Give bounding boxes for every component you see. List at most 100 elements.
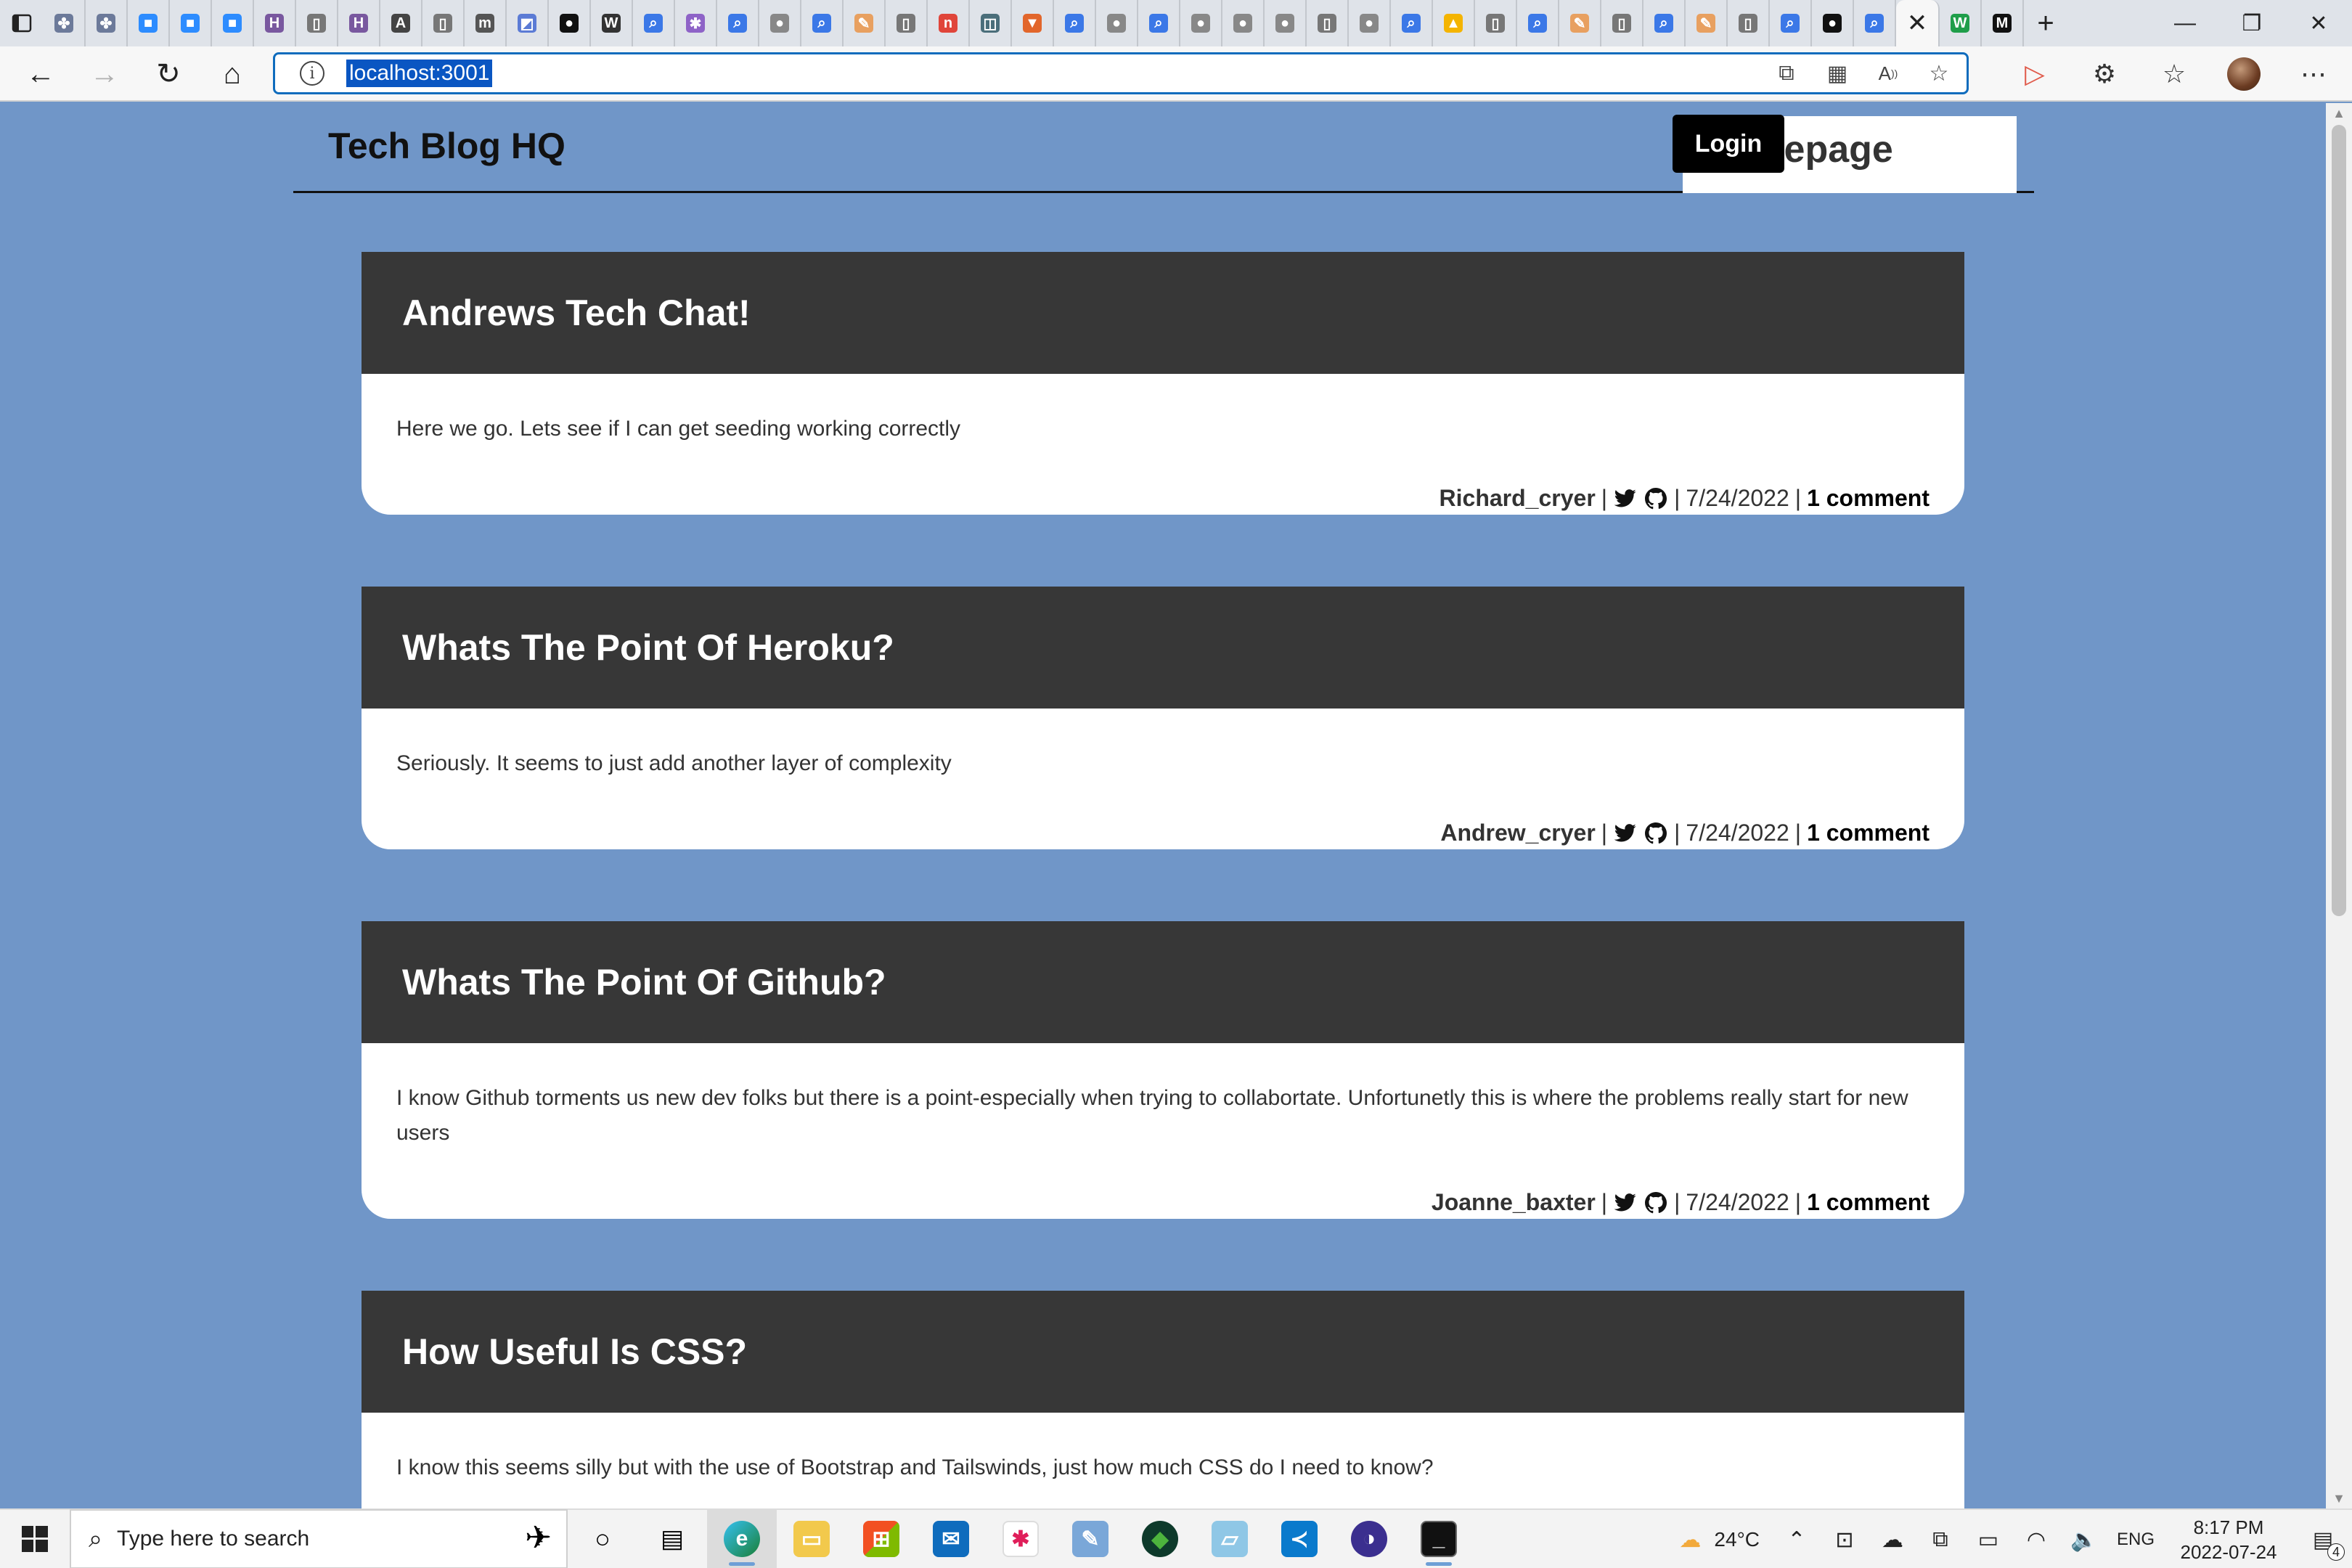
browser-tab[interactable]: m	[465, 0, 507, 46]
post-title[interactable]: Whats The Point Of Github?	[402, 961, 886, 1003]
mail-icon[interactable]: ✉	[916, 1509, 986, 1568]
read-aloud-icon[interactable]: A))	[1874, 59, 1903, 88]
site-info-icon[interactable]: i	[300, 61, 324, 86]
browser-tab[interactable]: ●	[1180, 0, 1222, 46]
start-button[interactable]	[0, 1509, 70, 1568]
browser-tab[interactable]: ✎	[1686, 0, 1728, 46]
site-title[interactable]: Tech Blog HQ	[328, 125, 565, 167]
browser-tab[interactable]: ▯	[886, 0, 928, 46]
restore-button[interactable]: ❐	[2218, 0, 2285, 46]
mongodb-icon[interactable]: ◆	[1125, 1509, 1195, 1568]
clock[interactable]: 8:17 PM 2022-07-24	[2163, 1515, 2294, 1564]
store-icon[interactable]: ⊞	[846, 1509, 916, 1568]
paint-icon[interactable]: ✎	[1055, 1509, 1125, 1568]
post-author[interactable]: Richard_cryer	[1440, 485, 1596, 512]
scroll-up-icon[interactable]: ▲	[2326, 103, 2352, 123]
weather-icon[interactable]: ☁	[1666, 1510, 1714, 1568]
browser-tab[interactable]: ▯	[1728, 0, 1770, 46]
app-circle-icon[interactable]: ◑	[1334, 1509, 1404, 1568]
more-options-icon[interactable]: ⋯	[2282, 46, 2345, 102]
language-indicator[interactable]: ENG	[2117, 1530, 2155, 1550]
browser-tab[interactable]: ●	[1265, 0, 1307, 46]
favorites-icon[interactable]: ☆	[2143, 46, 2205, 102]
post-comments-link[interactable]: 1 comment	[1807, 485, 1930, 512]
qr-code-icon[interactable]: ▦	[1823, 59, 1852, 88]
browser-tab[interactable]: ✤	[86, 0, 128, 46]
browser-tab[interactable]: ▯	[422, 0, 465, 46]
browser-tab[interactable]: ✎	[844, 0, 886, 46]
browser-tab[interactable]: ■	[212, 0, 254, 46]
show-hidden-icons[interactable]: ⌃	[1773, 1510, 1821, 1568]
post-header[interactable]: Whats The Point Of Heroku?	[362, 587, 1964, 711]
browser-tab[interactable]: ⌕	[1391, 0, 1433, 46]
minimize-button[interactable]: —	[2152, 0, 2218, 46]
scroll-down-icon[interactable]: ▼	[2326, 1488, 2352, 1508]
tray-app-icon[interactable]: ⊡	[1821, 1510, 1869, 1568]
taskbar-search[interactable]: ⌕ Type here to search ✈	[70, 1509, 568, 1568]
browser-tab[interactable]: ●	[1222, 0, 1265, 46]
twitter-icon[interactable]	[1613, 821, 1638, 846]
twitter-icon[interactable]	[1613, 1191, 1638, 1215]
add-favorite-icon[interactable]: ☆	[1924, 59, 1953, 88]
browser-tab[interactable]: ⌕	[633, 0, 675, 46]
browser-tab[interactable]: ✱	[675, 0, 717, 46]
browser-tab[interactable]: ▲	[1433, 0, 1475, 46]
browser-tab[interactable]: ■	[128, 0, 170, 46]
browser-tab[interactable]: H	[338, 0, 380, 46]
browser-tab[interactable]: ◫	[970, 0, 1012, 46]
browser-tab[interactable]: ✤	[44, 0, 86, 46]
battery-icon[interactable]: ▭	[1964, 1510, 2012, 1568]
file-explorer-icon[interactable]: ▭	[777, 1509, 846, 1568]
sidebar-icon[interactable]: ▷	[2004, 46, 2066, 102]
post-header[interactable]: Andrews Tech Chat!	[362, 252, 1964, 377]
browser-tab[interactable]: ▯	[1475, 0, 1517, 46]
task-view-icon[interactable]: ○	[568, 1509, 637, 1568]
browser-tab[interactable]: ⌕	[1854, 0, 1896, 46]
browser-tab[interactable]: A	[380, 0, 422, 46]
tab-actions-icon[interactable]	[0, 0, 44, 46]
browser-tab[interactable]: W	[1940, 0, 1982, 46]
close-tab-icon[interactable]: ✕	[1907, 9, 1928, 38]
browser-tab[interactable]: ⌕	[1770, 0, 1812, 46]
browser-tab[interactable]: ⌕	[1643, 0, 1686, 46]
app-available-icon[interactable]: ⧉	[1772, 59, 1801, 88]
wifi-icon[interactable]: ◠	[2012, 1510, 2060, 1568]
close-window-button[interactable]: ✕	[2285, 0, 2352, 46]
address-bar[interactable]: i localhost:3001 ⧉ ▦ A)) ☆	[273, 52, 1969, 94]
browser-tab[interactable]: M	[1982, 0, 2024, 46]
home-button[interactable]: ⌂	[200, 46, 264, 102]
extensions-icon[interactable]: ⚙	[2073, 46, 2136, 102]
browser-tab[interactable]: ⌕	[1517, 0, 1559, 46]
browser-tab[interactable]: W	[591, 0, 633, 46]
browser-tab[interactable]: ▯	[1601, 0, 1643, 46]
browser-tab[interactable]: ●	[549, 0, 591, 46]
profile-button[interactable]	[2213, 46, 2275, 102]
github-icon[interactable]	[1643, 486, 1668, 511]
browser-tab[interactable]: ◩	[507, 0, 549, 46]
browser-tab[interactable]: ⌕	[1054, 0, 1096, 46]
refresh-button[interactable]: ↻	[136, 46, 200, 102]
browser-tab[interactable]: H	[254, 0, 296, 46]
post-header[interactable]: Whats The Point Of Github?	[362, 921, 1964, 1046]
weather-temp[interactable]: 24°C	[1714, 1528, 1760, 1551]
browser-tab[interactable]: ⌕	[1138, 0, 1180, 46]
browser-tab[interactable]: n	[928, 0, 970, 46]
browser-tab[interactable]: ⌕	[717, 0, 759, 46]
browser-tab[interactable]: ●	[1812, 0, 1854, 46]
browser-tab[interactable]: ✎	[1559, 0, 1601, 46]
onedrive-icon[interactable]: ☁	[1869, 1510, 1916, 1568]
browser-tab[interactable]: ▯	[1307, 0, 1349, 46]
slack-taskbar-icon[interactable]: ✱	[986, 1509, 1055, 1568]
widgets-icon[interactable]: ▤	[637, 1509, 707, 1568]
new-tab-button[interactable]: +	[2024, 0, 2067, 46]
browser-tab[interactable]: ▯	[296, 0, 338, 46]
post-comments-link[interactable]: 1 comment	[1807, 820, 1930, 846]
twitter-icon[interactable]	[1613, 486, 1638, 511]
post-title[interactable]: Andrews Tech Chat!	[402, 292, 751, 334]
url-text[interactable]: localhost:3001	[346, 60, 493, 87]
post-author[interactable]: Andrew_cryer	[1440, 820, 1595, 846]
edge-taskbar-icon[interactable]: e	[707, 1509, 777, 1568]
browser-tab[interactable]: ■	[170, 0, 212, 46]
volume-icon[interactable]: 🔈	[2060, 1510, 2108, 1568]
post-comments-link[interactable]: 1 comment	[1807, 1189, 1930, 1216]
